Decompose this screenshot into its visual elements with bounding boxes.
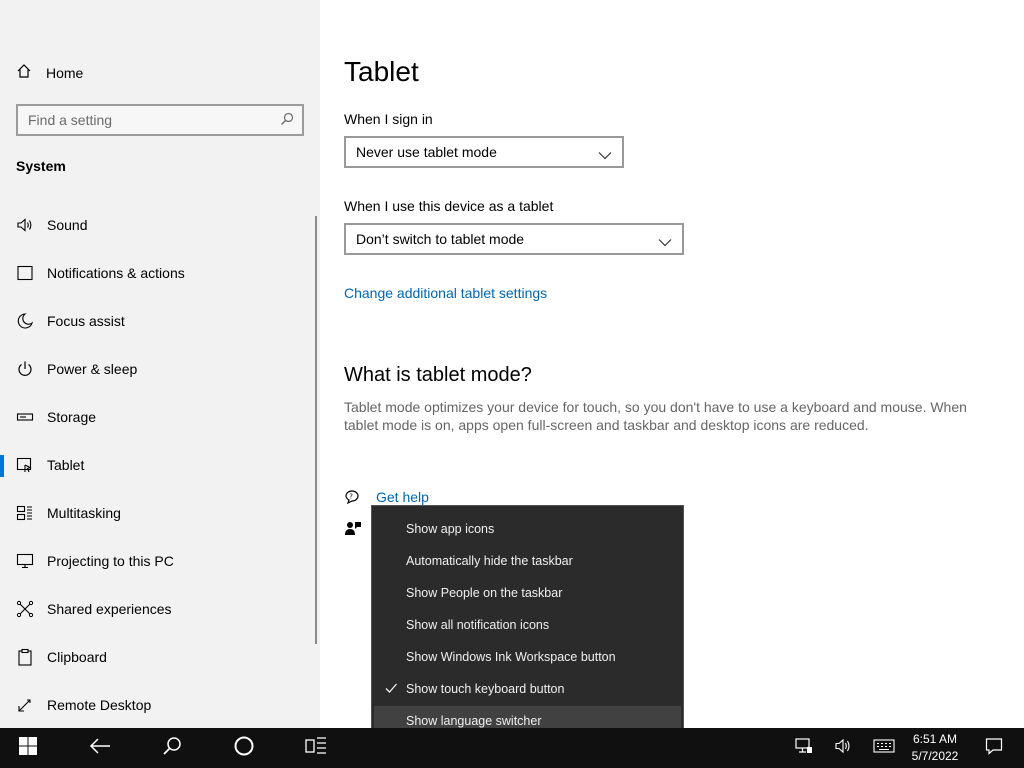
touch-keyboard-button[interactable]	[866, 728, 902, 768]
taskbar-context-menu: Show app icons Automatically hide the ta…	[371, 505, 684, 745]
speaker-icon	[835, 738, 853, 759]
tablet-mode-heading: What is tablet mode?	[344, 364, 532, 386]
sidebar-item-tablet[interactable]: Tablet	[0, 445, 316, 485]
sidebar-item-power-sleep[interactable]: Power & sleep	[0, 349, 316, 389]
search-icon	[162, 736, 182, 761]
give-feedback-icon	[344, 519, 362, 542]
search-input[interactable]: Find a setting	[16, 104, 304, 136]
keyboard-icon	[873, 738, 895, 758]
sidebar-item-notifications[interactable]: Notifications & actions	[0, 253, 316, 293]
notification-icon	[985, 737, 1003, 760]
start-button[interactable]	[0, 728, 56, 768]
menu-item-show-touch-keyboard[interactable]: Show touch keyboard button	[374, 674, 681, 704]
tablet-switch-dropdown[interactable]: Don’t switch to tablet mode	[344, 223, 684, 255]
clock[interactable]: 6:51 AM 5/7/2022	[900, 731, 970, 765]
get-help-link[interactable]: Get help	[376, 489, 429, 505]
sidebar-item-storage[interactable]: Storage	[0, 397, 316, 437]
sidebar-item-projecting[interactable]: Projecting to this PC	[0, 541, 316, 581]
cortana-icon	[233, 735, 255, 762]
section-title-system: System	[16, 158, 66, 174]
sidebar-item-label: Storage	[47, 409, 97, 425]
page-title: Tablet	[344, 56, 419, 87]
sidebar-item-multitasking[interactable]: Multitasking	[0, 493, 316, 533]
sidebar-item-label: Power & sleep	[47, 361, 138, 377]
speaker-icon	[16, 216, 34, 234]
menu-item-label: Show app icons	[406, 522, 495, 536]
checkmark-icon	[384, 681, 398, 698]
menu-item-show-people[interactable]: Show People on the taskbar	[374, 578, 681, 608]
windows-logo-icon	[18, 736, 38, 761]
back-button[interactable]	[72, 728, 128, 768]
device-tablet-label: When I use this device as a tablet	[344, 198, 554, 214]
menu-item-label: Show language switcher	[406, 714, 542, 728]
menu-item-show-notification-icons[interactable]: Show all notification icons	[374, 610, 681, 640]
menu-item-label: Automatically hide the taskbar	[406, 554, 573, 568]
get-help-icon: ?	[344, 488, 362, 511]
sidebar-item-label: Tablet	[47, 457, 85, 473]
power-icon	[16, 360, 34, 378]
active-indicator	[0, 455, 4, 477]
sidebar-item-sound[interactable]: Sound	[0, 205, 316, 245]
settings-sidebar: Home Find a setting System Sound Notific…	[0, 0, 320, 728]
cortana-button[interactable]	[216, 728, 272, 768]
moon-icon	[16, 312, 34, 330]
home-label: Home	[46, 65, 84, 81]
search-taskbar-button[interactable]	[144, 728, 200, 768]
sidebar-item-label: Focus assist	[47, 313, 125, 329]
sidebar-item-label: Sound	[47, 217, 88, 233]
sidebar-item-clipboard[interactable]: Clipboard	[0, 637, 316, 677]
sidebar-item-label: Shared experiences	[47, 601, 172, 617]
tablet-mode-description: Tablet mode optimizes your device for to…	[344, 399, 967, 433]
sidebar-item-label: Notifications & actions	[47, 265, 185, 281]
menu-item-label: Show touch keyboard button	[406, 682, 565, 696]
menu-item-label: Show Windows Ink Workspace button	[406, 650, 616, 664]
menu-item-auto-hide-taskbar[interactable]: Automatically hide the taskbar	[374, 546, 681, 576]
sidebar-item-label: Projecting to this PC	[47, 553, 174, 569]
sidebar-item-label: Remote Desktop	[47, 697, 152, 713]
network-tray-button[interactable]	[786, 728, 822, 768]
sidebar-item-remote-desktop[interactable]: Remote Desktop	[0, 685, 316, 725]
menu-item-show-app-icons[interactable]: Show app icons	[374, 514, 681, 544]
clock-date: 5/7/2022	[911, 749, 959, 763]
search-icon[interactable]	[280, 112, 294, 131]
volume-tray-button[interactable]	[826, 728, 862, 768]
remote-desktop-icon	[16, 696, 34, 714]
clock-time: 6:51 AM	[912, 732, 958, 746]
storage-icon	[16, 408, 34, 426]
back-arrow-icon	[89, 737, 111, 759]
menu-item-label: Show People on the taskbar	[406, 586, 563, 600]
sidebar-item-label: Multitasking	[47, 505, 121, 521]
svg-text:?: ?	[349, 493, 353, 501]
network-icon	[795, 737, 813, 759]
tablet-icon	[16, 456, 34, 474]
signin-mode-value: Never use tablet mode	[356, 144, 497, 160]
sidebar-item-label: Clipboard	[47, 649, 107, 665]
taskbar: 6:51 AM 5/7/2022	[0, 728, 1024, 768]
home-nav-item[interactable]: Home	[16, 62, 83, 84]
change-additional-tablet-settings-link[interactable]: Change additional tablet settings	[344, 285, 547, 301]
menu-item-show-ink-workspace[interactable]: Show Windows Ink Workspace button	[374, 642, 681, 672]
notification-icon	[16, 264, 34, 282]
tablet-switch-value: Don’t switch to tablet mode	[356, 231, 525, 247]
sidebar-item-focus-assist[interactable]: Focus assist	[0, 301, 316, 341]
sidebar-item-shared-experiences[interactable]: Shared experiences	[0, 589, 316, 629]
projecting-icon	[16, 552, 34, 570]
menu-item-label: Show all notification icons	[406, 618, 550, 632]
search-placeholder: Find a setting	[28, 112, 113, 128]
task-view-button[interactable]	[288, 728, 344, 768]
clipboard-icon	[16, 648, 34, 666]
signin-label: When I sign in	[344, 111, 433, 127]
action-center-button[interactable]	[976, 728, 1012, 768]
task-view-icon	[305, 736, 327, 761]
signin-mode-dropdown[interactable]: Never use tablet mode	[344, 136, 624, 168]
multitasking-icon	[16, 504, 34, 522]
home-icon	[16, 63, 32, 84]
shared-experiences-icon	[16, 600, 34, 618]
sidebar-scrollbar[interactable]	[315, 216, 317, 644]
chevron-down-icon	[598, 147, 612, 165]
chevron-down-icon	[658, 234, 672, 252]
